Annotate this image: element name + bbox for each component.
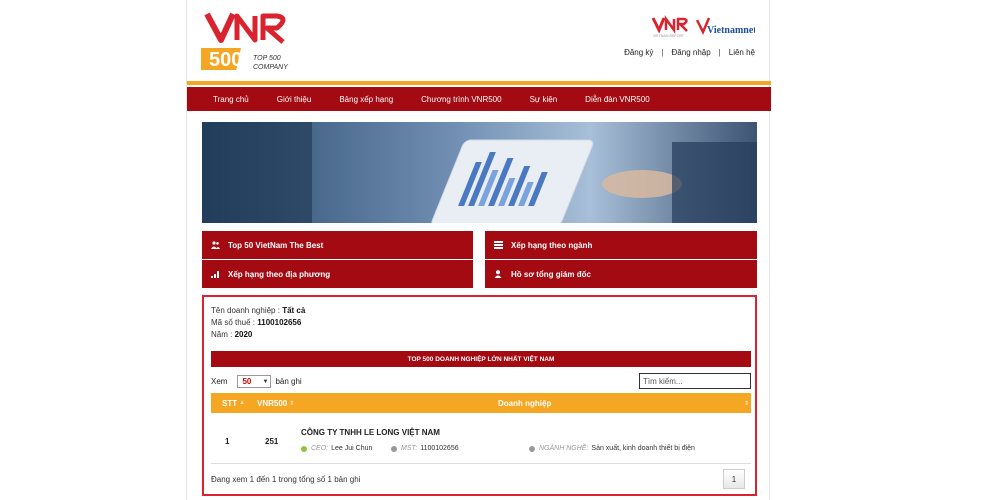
ceo-info: CEO: Lee Jui Chun: [301, 445, 372, 452]
nav-events[interactable]: Sự kiện: [530, 95, 558, 104]
logo-caption-1: TOP 500: [253, 55, 281, 62]
pagination-info: Đang xem 1 đến 1 trong tổng số 1 bản ghi: [211, 475, 361, 484]
industry-dot-icon: [529, 445, 535, 452]
page-button-1[interactable]: 1: [723, 469, 745, 489]
col-vnr500-label: VNR500: [257, 398, 288, 408]
col-stt-label: STT: [222, 398, 238, 408]
company-name-link[interactable]: CÔNG TY TNHH LE LONG VIỆT NAM: [301, 428, 440, 437]
category-label: Xếp hạng theo địa phương: [228, 269, 331, 279]
page-length-value: 50: [242, 377, 252, 386]
table-row[interactable]: 1 251 CÔNG TY TNHH LE LONG VIỆT NAM CEO:…: [211, 419, 751, 459]
category-top50[interactable]: Top 50 VietNam The Best: [202, 231, 473, 259]
nav-rankings[interactable]: Bảng xếp hạng: [339, 95, 393, 104]
category-ceo-profile[interactable]: Hồ sơ tổng giám đốc: [485, 260, 757, 288]
divider: |: [661, 48, 664, 57]
vnr-small-caption: VIETNAM REPORT: [653, 34, 685, 38]
signal-icon: [210, 269, 220, 279]
industry-info: NGÀNH NGHỀ: Sản xuất, kinh doanh thiết b…: [529, 445, 695, 452]
company-filter-value: Tất cả: [282, 306, 306, 315]
register-link[interactable]: Đăng ký: [624, 48, 653, 57]
category-label: Hồ sơ tổng giám đốc: [511, 269, 591, 279]
row-stt: 1: [225, 437, 230, 446]
ceo-label: CEO:: [311, 445, 329, 452]
logo-caption-2: COMPANY: [253, 64, 289, 71]
length-prefix: Xem: [211, 377, 228, 386]
hero-banner: [202, 122, 757, 223]
sort-icon[interactable]: ⇕: [742, 393, 749, 413]
nav-program[interactable]: Chương trình VNR500: [421, 95, 501, 104]
mst-info: MST: 1100102656: [391, 445, 459, 452]
list-icon: [493, 240, 503, 250]
divider: |: [718, 48, 721, 57]
category-by-industry[interactable]: Xếp hạng theo ngành: [485, 231, 757, 259]
tax-filter-label: Mã số thuế :: [211, 318, 256, 327]
sort-asc-icon: ▲: [239, 400, 246, 406]
results-panel: Tên doanh nghiệp : Tất cả Mã số thuế : 1…: [202, 295, 757, 496]
col-stt[interactable]: STT ▲: [222, 393, 245, 413]
vnr500-logo[interactable]: 500 TOP 500 COMPANY: [188, 10, 301, 74]
nav-about[interactable]: Giới thiệu: [277, 95, 312, 104]
col-vnr500[interactable]: VNR500 ⇕: [257, 393, 294, 413]
people-icon: [210, 240, 220, 250]
industry-label: NGÀNH NGHỀ:: [539, 445, 589, 452]
partner-logos: VIETNAM REPORT Vietnamnet: [645, 14, 757, 40]
year-filter-value: 2020: [234, 330, 253, 339]
logo-number: 500: [209, 49, 242, 71]
length-suffix: bản ghi: [275, 377, 302, 386]
category-label: Top 50 VietNam The Best: [228, 240, 324, 250]
row-divider: [211, 463, 751, 464]
company-filter-label: Tên doanh nghiệp :: [211, 306, 280, 315]
category-by-region[interactable]: Xếp hạng theo địa phương: [202, 260, 473, 288]
ceo-value: Lee Jui Chun: [331, 445, 373, 452]
page-length-select[interactable]: 50 ▼: [237, 375, 272, 388]
vietnamnet-logo-text: Vietnamnet: [707, 25, 755, 36]
main-nav: Trang chủ Giới thiệu Bảng xếp hạng Chươn…: [187, 87, 771, 111]
tax-filter-value: 1100102656: [257, 318, 302, 327]
login-link[interactable]: Đăng nhập: [672, 48, 711, 57]
col-company[interactable]: Doanh nghiệp: [498, 393, 551, 413]
sort-icon: ⇕: [289, 400, 295, 407]
col-company-label: Doanh nghiệp: [498, 398, 552, 408]
nav-home[interactable]: Trang chủ: [213, 95, 249, 104]
table-header: STT ▲ VNR500 ⇕ Doanh nghiệp ⇕: [211, 393, 751, 413]
mst-label: MST:: [401, 445, 418, 452]
category-label: Xếp hạng theo ngành: [511, 240, 593, 250]
page-length-control: Xem 50 ▼ bản ghi: [211, 375, 302, 388]
page-container: 500 TOP 500 COMPANY VIETNAM REPORT Vietn…: [186, 0, 771, 500]
filter-summary: Tên doanh nghiệp : Tất cả Mã số thuế : 1…: [211, 305, 305, 341]
header-accent-line: [187, 81, 771, 85]
table-title: TOP 500 DOANH NGHIỆP LỚN NHẤT VIỆT NAM: [211, 351, 751, 367]
chevron-down-icon: ▼: [262, 378, 269, 385]
contact-link[interactable]: Liên hệ: [729, 48, 755, 57]
user-icon: [493, 269, 503, 279]
year-filter-label: Năm :: [211, 330, 233, 339]
mst-value: 1100102656: [420, 445, 459, 452]
top-links: Đăng ký | Đăng nhập | Liên hệ: [624, 48, 755, 57]
industry-value: Sản xuất, kinh doanh thiết bị điện: [591, 445, 695, 452]
mst-dot-icon: [391, 445, 397, 452]
nav-forum[interactable]: Diễn đàn VNR500: [585, 95, 649, 104]
ceo-dot-icon: [301, 445, 307, 452]
row-rank: 251: [265, 437, 279, 446]
search-input[interactable]: [639, 373, 751, 389]
